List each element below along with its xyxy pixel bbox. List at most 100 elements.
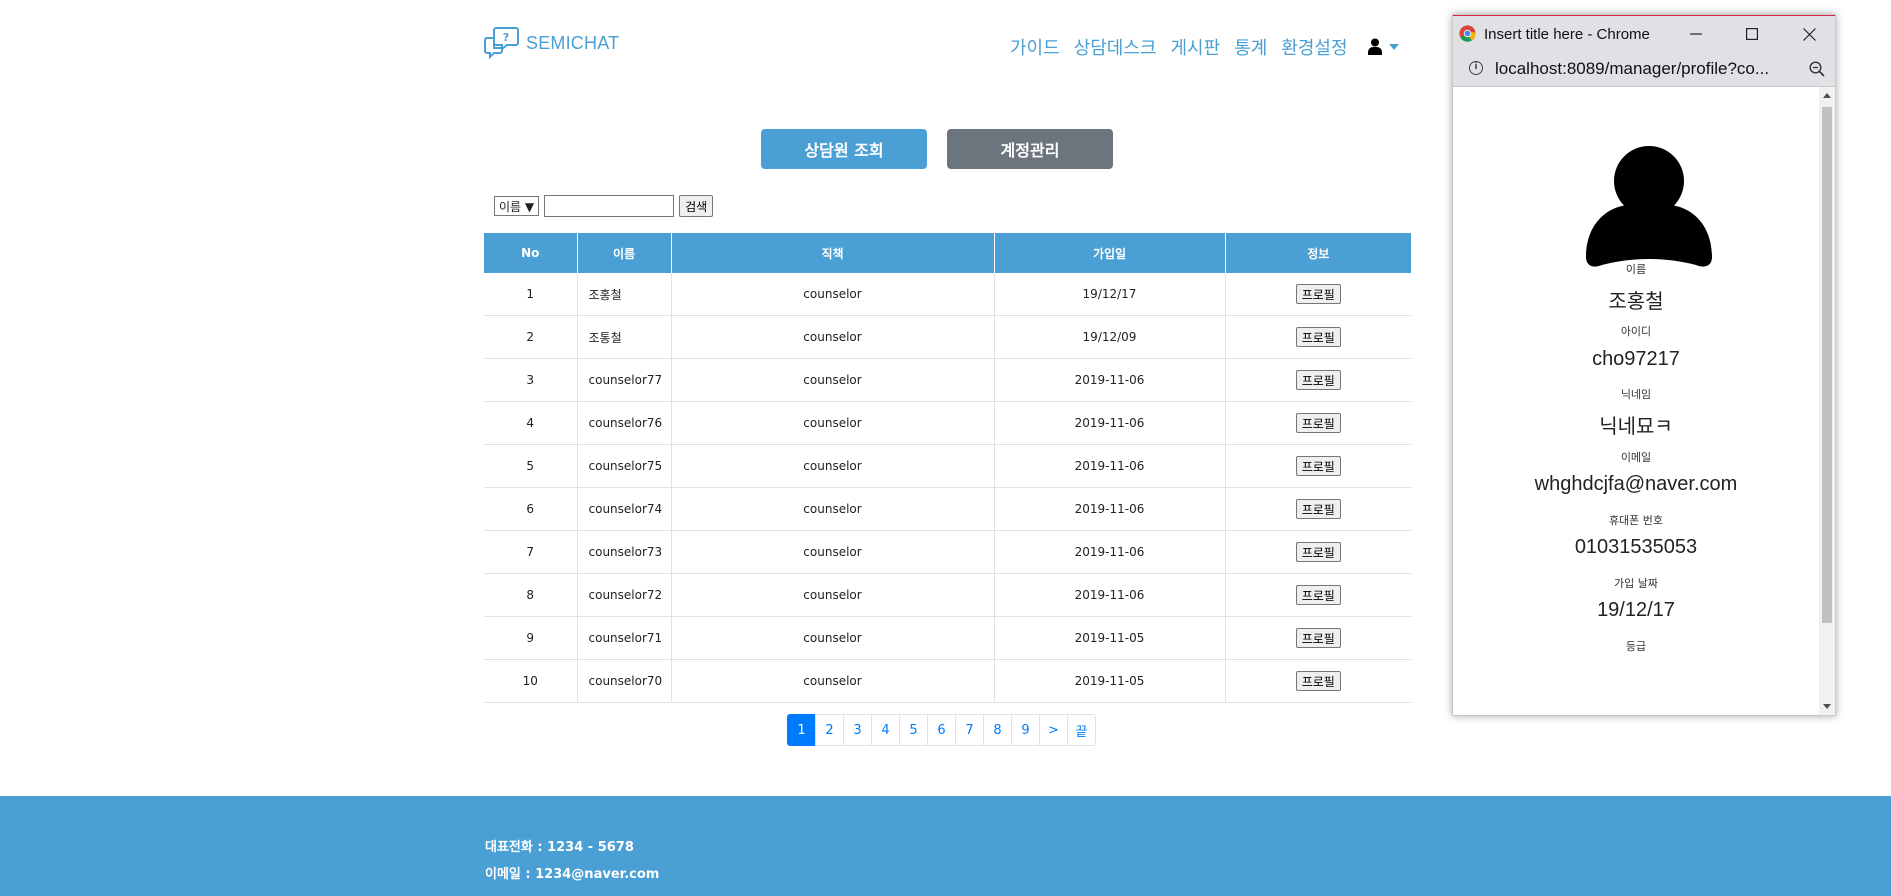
popup-titlebar[interactable]: Insert title here - Chrome <box>1453 15 1835 51</box>
popup-scrollbar[interactable] <box>1819 87 1835 715</box>
profile-label-email: 이메일 <box>1620 451 1652 464</box>
cell-info: 프로필 <box>1224 358 1411 402</box>
cell-name: counselor76 <box>576 401 671 445</box>
profile-label-phone: 휴대폰 번호 <box>1608 514 1664 527</box>
cell-no: 3 <box>484 358 577 402</box>
column-header-joined: 가입일 <box>993 233 1225 273</box>
logo-text: SEMICHAT <box>526 32 620 53</box>
page-link-6[interactable]: 6 <box>927 714 956 746</box>
cell-role: counselor <box>670 444 994 488</box>
cell-no: 10 <box>484 659 577 703</box>
search-field-select[interactable]: 이름 ▼ <box>494 196 540 216</box>
user-menu-dropdown[interactable] <box>1368 38 1399 55</box>
search-input[interactable] <box>544 195 675 217</box>
profile-label-joined: 가입 날짜 <box>1614 577 1658 590</box>
popup-address-bar[interactable]: i localhost:8089/manager/profile?co... <box>1453 51 1835 87</box>
page-link-4[interactable]: 4 <box>871 714 900 746</box>
user-icon <box>1368 38 1382 55</box>
table-row: 3 counselor77 counselor 2019-11-06 프로필 <box>484 358 1411 402</box>
maximize-button[interactable] <box>1741 24 1763 44</box>
close-button[interactable] <box>1798 24 1820 44</box>
cell-info: 프로필 <box>1224 530 1411 574</box>
profile-button[interactable]: 프로필 <box>1295 284 1341 304</box>
cell-joined: 2019-11-06 <box>993 358 1225 402</box>
cell-joined: 19/12/17 <box>993 273 1225 316</box>
tab-account-manage[interactable]: 계정관리 <box>947 129 1113 169</box>
minimize-icon <box>1690 33 1702 35</box>
profile-label-grade: 등급 <box>1625 640 1647 653</box>
table-row: 1 조홍철 counselor 19/12/17 프로필 <box>484 273 1411 316</box>
popup-url[interactable]: localhost:8089/manager/profile?co... <box>1495 59 1769 79</box>
user-silhouette-icon <box>1586 146 1712 267</box>
profile-label-nickname: 닉네임 <box>1620 388 1652 401</box>
table-row: 7 counselor73 counselor 2019-11-06 프로필 <box>484 530 1411 574</box>
page-next-link[interactable]: > <box>1039 714 1068 746</box>
profile-value-email: whghdcjfa@naver.com <box>1534 473 1738 495</box>
search-bar: 이름 ▼ 검색 <box>494 195 714 217</box>
cell-role: counselor <box>670 358 994 402</box>
tab-counselor-lookup[interactable]: 상담원 조회 <box>761 129 927 169</box>
table-header-row: No 이름 직책 가입일 정보 <box>484 233 1411 273</box>
minimize-button[interactable] <box>1685 24 1707 44</box>
profile-value-phone: 01031535053 <box>1574 536 1698 558</box>
nav-settings[interactable]: 환경설정 <box>1281 34 1347 60</box>
page-link-7[interactable]: 7 <box>955 714 984 746</box>
cell-joined: 2019-11-05 <box>993 659 1225 703</box>
table-row: 8 counselor72 counselor 2019-11-06 프로필 <box>484 573 1411 617</box>
profile-value-name: 조홍철 <box>1608 291 1664 313</box>
svg-text:?: ? <box>503 31 509 44</box>
cell-role: counselor <box>670 573 994 617</box>
page-link-9[interactable]: 9 <box>1011 714 1040 746</box>
nav-counsel-desk[interactable]: 상담데스크 <box>1074 34 1157 60</box>
cell-name: counselor72 <box>576 573 671 617</box>
scroll-down-icon[interactable] <box>1823 704 1831 709</box>
profile-button[interactable]: 프로필 <box>1295 585 1341 605</box>
cell-role: counselor <box>670 401 994 445</box>
cell-joined: 2019-11-06 <box>993 444 1225 488</box>
profile-button[interactable]: 프로필 <box>1295 542 1341 562</box>
cell-name: counselor75 <box>576 444 671 488</box>
scrollbar-thumb[interactable] <box>1822 107 1832 623</box>
site-logo[interactable]: ? SEMICHAT <box>484 26 619 60</box>
cell-info: 프로필 <box>1224 273 1411 316</box>
profile-button[interactable]: 프로필 <box>1295 456 1341 476</box>
page-link-5[interactable]: 5 <box>899 714 928 746</box>
profile-button[interactable]: 프로필 <box>1295 671 1341 691</box>
info-icon[interactable]: i <box>1469 61 1483 75</box>
profile-value-joined: 19/12/17 <box>1597 599 1675 621</box>
cell-info: 프로필 <box>1224 573 1411 617</box>
profile-button[interactable]: 프로필 <box>1295 628 1341 648</box>
pagination: 1 2 3 4 5 6 7 8 9 > 끝 <box>787 714 1096 746</box>
cell-joined: 2019-11-05 <box>993 616 1225 660</box>
nav-guide[interactable]: 가이드 <box>1010 34 1060 60</box>
nav-statistics[interactable]: 통계 <box>1234 34 1267 60</box>
cell-role: counselor <box>670 273 994 316</box>
profile-button[interactable]: 프로필 <box>1295 499 1341 519</box>
nav-board[interactable]: 게시판 <box>1171 34 1221 60</box>
cell-no: 1 <box>484 273 577 316</box>
column-header-no: No <box>484 233 577 273</box>
scroll-up-icon[interactable] <box>1823 93 1831 98</box>
cell-joined: 19/12/09 <box>993 315 1225 359</box>
cell-joined: 2019-11-06 <box>993 573 1225 617</box>
page-link-1[interactable]: 1 <box>787 714 816 746</box>
profile-button[interactable]: 프로필 <box>1295 370 1341 390</box>
page-link-3[interactable]: 3 <box>843 714 872 746</box>
cell-no: 4 <box>484 401 577 445</box>
cell-joined: 2019-11-06 <box>993 487 1225 531</box>
page-link-8[interactable]: 8 <box>983 714 1012 746</box>
cell-info: 프로필 <box>1224 401 1411 445</box>
profile-label-id: 아이디 <box>1620 325 1652 338</box>
page-link-2[interactable]: 2 <box>815 714 844 746</box>
zoom-out-icon[interactable] <box>1809 61 1825 77</box>
page-last-link[interactable]: 끝 <box>1067 714 1096 746</box>
search-button[interactable]: 검색 <box>679 195 714 217</box>
cell-name: counselor70 <box>576 659 671 703</box>
table-row: 6 counselor74 counselor 2019-11-06 프로필 <box>484 487 1411 531</box>
profile-button[interactable]: 프로필 <box>1295 327 1341 347</box>
table-row: 2 조통철 counselor 19/12/09 프로필 <box>484 315 1411 359</box>
cell-role: counselor <box>670 659 994 703</box>
column-header-name: 이름 <box>576 233 671 273</box>
profile-button[interactable]: 프로필 <box>1295 413 1341 433</box>
cell-no: 9 <box>484 616 577 660</box>
